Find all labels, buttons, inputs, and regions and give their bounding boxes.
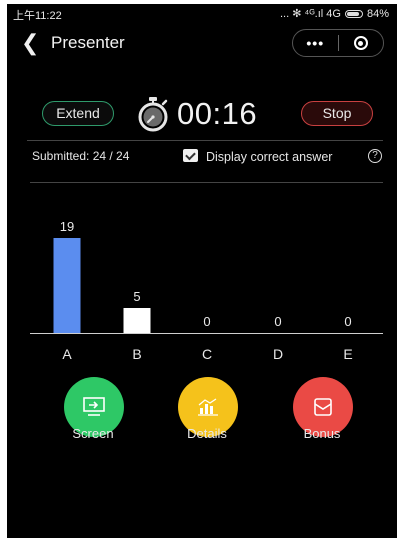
- category-label: C: [202, 346, 212, 362]
- page-title: Presenter: [51, 33, 125, 52]
- countdown-timer: 00:16: [177, 96, 258, 131]
- bar-value-label: 0: [344, 314, 351, 329]
- chart-baseline: [30, 333, 383, 334]
- divider: [27, 140, 383, 141]
- close-miniprogram-button[interactable]: [338, 36, 383, 50]
- stopwatch-icon: [138, 97, 168, 132]
- bar-chart-icon: [198, 398, 218, 416]
- bar-A: [53, 238, 81, 333]
- bar-B: [123, 308, 151, 333]
- envelope-icon: [314, 398, 332, 416]
- status-bar: 上午11:22 ... ✻ ⁴ᴳ.ıl 4G 84%: [7, 4, 397, 23]
- category-label: A: [62, 346, 72, 362]
- more-options-button[interactable]: •••: [293, 35, 338, 51]
- signal-indicator: ... ✻ ⁴ᴳ.ıl 4G: [280, 8, 341, 20]
- display-correct-checkbox[interactable]: [183, 149, 198, 162]
- answer-distribution-chart: 19 A 5 B 0 C 0 D 0 E: [7, 194, 397, 364]
- category-label: D: [273, 346, 283, 362]
- bar-value-label: 19: [60, 219, 74, 234]
- bonus-label: Bonus: [303, 426, 341, 441]
- target-icon: [353, 36, 368, 50]
- app-screen: 上午11:22 ... ✻ ⁴ᴳ.ıl 4G 84% ❮ Presenter •…: [7, 4, 397, 538]
- bar-value-label: 0: [274, 314, 281, 329]
- mini-program-capsule: •••: [292, 29, 384, 57]
- display-correct-label[interactable]: Display correct answer: [206, 150, 332, 164]
- submitted-count: Submitted: 24 / 24: [32, 149, 130, 163]
- bar-value-label: 5: [133, 289, 140, 304]
- bar-value-label: 0: [203, 314, 210, 329]
- details-label: Details: [187, 426, 227, 441]
- category-label: E: [343, 346, 352, 362]
- stop-button[interactable]: Stop: [301, 101, 373, 126]
- battery-percent: 84%: [366, 7, 389, 20]
- status-right: ... ✻ ⁴ᴳ.ıl 4G 84%: [280, 7, 389, 21]
- battery-icon: [344, 9, 363, 18]
- bar-chart-svg: 19 A 5 B 0 C 0 D 0 E: [53, 219, 353, 362]
- screen-share-icon: [83, 397, 105, 416]
- extend-button[interactable]: Extend: [42, 101, 114, 126]
- back-icon[interactable]: ❮: [21, 30, 39, 56]
- help-icon[interactable]: ?: [368, 149, 382, 163]
- checkmark-icon: [185, 149, 196, 160]
- screen-label: Screen: [72, 426, 114, 441]
- divider: [30, 182, 383, 183]
- status-time: 上午11:22: [13, 10, 62, 22]
- category-label: B: [132, 346, 141, 362]
